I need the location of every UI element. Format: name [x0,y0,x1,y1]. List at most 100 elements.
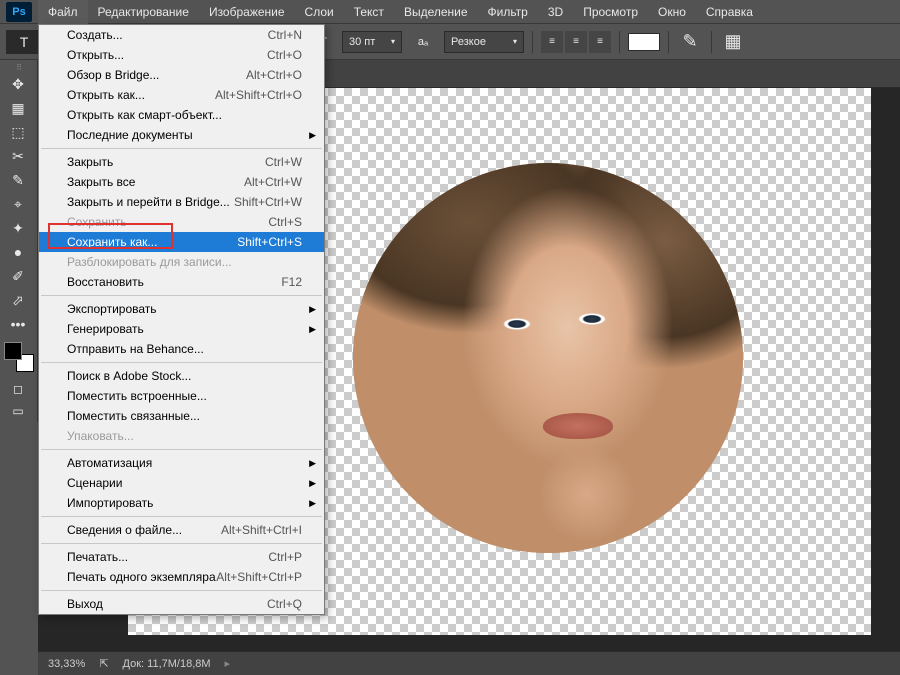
color-swatches[interactable] [4,342,34,372]
menu-item-label: Сохранить [67,215,127,229]
file-menu-dropdown: Создать...Ctrl+NОткрыть...Ctrl+OОбзор в … [38,24,325,615]
menu-item-shortcut: Alt+Shift+Ctrl+I [221,523,302,537]
menu-item-печатать-[interactable]: Печатать...Ctrl+P [39,547,324,567]
tool-1[interactable]: ▦ [0,96,36,120]
menu-item-открыть-[interactable]: Открыть...Ctrl+O [39,45,324,65]
menu-item-shortcut: Alt+Shift+Ctrl+P [216,570,302,584]
menu-фильтр[interactable]: Фильтр [478,0,538,24]
status-chevron-icon[interactable]: ▸ [225,657,231,670]
tool-3[interactable]: ✂ [0,144,36,168]
menu-item-поместить-встроенные-[interactable]: Поместить встроенные... [39,386,324,406]
menu-item-поиск-в-adobe-stock-[interactable]: Поиск в Adobe Stock... [39,366,324,386]
photo-detail [543,413,613,439]
menu-текст[interactable]: Текст [344,0,394,24]
tool-5[interactable]: ⌖ [0,192,36,216]
menu-item-открыть-как-смарт-объект-[interactable]: Открыть как смарт-объект... [39,105,324,125]
submenu-arrow-icon: ▶ [309,498,316,509]
menu-item-label: Поместить связанные... [67,409,200,423]
menu-item-label: Обзор в Bridge... [67,68,159,82]
align-right-button[interactable]: ≡ [589,31,611,53]
menu-item-отправить-на-behance-[interactable]: Отправить на Behance... [39,339,324,359]
tool-10[interactable]: ••• [0,312,36,336]
menu-окно[interactable]: Окно [648,0,696,24]
menu-item-label: Сохранить как... [67,235,157,249]
tool-2[interactable]: ⬚ [0,120,36,144]
tool-9[interactable]: ⬀ [0,288,36,312]
submenu-arrow-icon: ▶ [309,324,316,335]
menu-item-label: Разблокировать для записи... [67,255,232,269]
menu-item-выход[interactable]: Выход Ctrl+Q [39,594,324,614]
tool-0[interactable]: ✥ [0,72,36,96]
menu-item-обзор-в-bridge-[interactable]: Обзор в Bridge...Alt+Ctrl+O [39,65,324,85]
circular-photo-layer[interactable] [353,163,743,553]
menu-просмотр[interactable]: Просмотр [573,0,648,24]
menu-item-сценарии[interactable]: Сценарии▶ [39,473,324,493]
antialias-select[interactable]: Резкое▾ [444,31,524,53]
tool-7[interactable]: ● [0,240,36,264]
menu-item-label: Поместить встроенные... [67,389,207,403]
menu-редактирование[interactable]: Редактирование [88,0,199,24]
menu-файл[interactable]: Файл [38,0,88,24]
menu-item-печать-одного-экземпляра[interactable]: Печать одного экземпляраAlt+Shift+Ctrl+P [39,567,324,587]
toolbox-grip[interactable]: ⠿ [0,62,38,72]
export-icon[interactable]: ⇱ [99,657,108,670]
menu-item-импортировать[interactable]: Импортировать▶ [39,493,324,513]
menu-item-поместить-связанные-[interactable]: Поместить связанные... [39,406,324,426]
menu-item-shortcut: F12 [281,275,302,289]
menu-справка[interactable]: Справка [696,0,763,24]
menu-item-восстановить[interactable]: ВосстановитьF12 [39,272,324,292]
status-bar: 33,33% ⇱ Док: 11,7M/18,8M ▸ [38,651,900,675]
text-align-group: ≡ ≡ ≡ [541,31,611,53]
menu-item-закрыть-все[interactable]: Закрыть все Alt+Ctrl+W [39,172,324,192]
font-size-select[interactable]: 30 пт▾ [342,31,402,53]
menu-item-label: Закрыть все [67,175,135,189]
tool-4[interactable]: ✎ [0,168,36,192]
tool-6[interactable]: ✦ [0,216,36,240]
menu-item-открыть-как-[interactable]: Открыть как...Alt+Shift+Ctrl+O [39,85,324,105]
menu-item-сведения-о-файле-[interactable]: Сведения о файле...Alt+Shift+Ctrl+I [39,520,324,540]
menu-item-сохранить-как-[interactable]: Сохранить как... Shift+Ctrl+S [39,232,324,252]
menu-item-создать-[interactable]: Создать...Ctrl+N [39,25,324,45]
foreground-color-swatch[interactable] [4,342,22,360]
panels-toggle-icon[interactable]: ▦ [720,29,746,55]
menu-separator [41,590,322,591]
align-center-button[interactable]: ≡ [565,31,587,53]
menu-item-закрыть-и-перейти-в-bridge-[interactable]: Закрыть и перейти в Bridge... Shift+Ctrl+… [39,192,324,212]
menu-item-сохранить: Сохранить Ctrl+S [39,212,324,232]
menu-item-shortcut: Ctrl+O [267,48,302,62]
menu-item-shortcut: Shift+Ctrl+W [234,195,302,209]
menu-слои[interactable]: Слои [295,0,344,24]
menu-item-shortcut: Ctrl+Q [267,597,302,611]
menu-изображение[interactable]: Изображение [199,0,295,24]
warp-text-icon[interactable]: ✎ [677,29,703,55]
menu-item-label: Открыть как... [67,88,145,102]
menu-item-shortcut: Shift+Ctrl+S [237,235,302,249]
menu-item-экспортировать[interactable]: Экспортировать▶ [39,299,324,319]
menu-выделение[interactable]: Выделение [394,0,478,24]
zoom-level[interactable]: 33,33% [48,658,85,670]
menu-separator [41,148,322,149]
menu-item-label: Последние документы [67,128,193,142]
doc-size: Док: 11,7M/18,8M [123,658,211,670]
menu-item-label: Автоматизация [67,456,152,470]
menu-item-shortcut: Ctrl+S [268,215,302,229]
menu-item-автоматизация[interactable]: Автоматизация▶ [39,453,324,473]
text-color-swatch[interactable] [628,33,660,51]
align-left-button[interactable]: ≡ [541,31,563,53]
menu-item-label: Закрыть и перейти в Bridge... [67,195,230,209]
menu-item-label: Генерировать [67,322,144,336]
tool-8[interactable]: ✐ [0,264,36,288]
menu-item-label: Выход [67,597,103,611]
separator [711,31,712,53]
quick-mask-icon[interactable]: ◻ [0,378,36,400]
menu-item-последние-документы[interactable]: Последние документы▶ [39,125,324,145]
photo-content [353,163,743,553]
menu-3d[interactable]: 3D [538,0,573,24]
submenu-arrow-icon: ▶ [309,304,316,315]
screen-mode-icon[interactable]: ▭ [0,400,36,422]
menu-item-shortcut: Alt+Ctrl+W [244,175,302,189]
menu-item-разблокировать-для-записи-: Разблокировать для записи... [39,252,324,272]
menu-item-генерировать[interactable]: Генерировать ▶ [39,319,324,339]
menu-item-закрыть[interactable]: ЗакрытьCtrl+W [39,152,324,172]
menu-separator [41,295,322,296]
